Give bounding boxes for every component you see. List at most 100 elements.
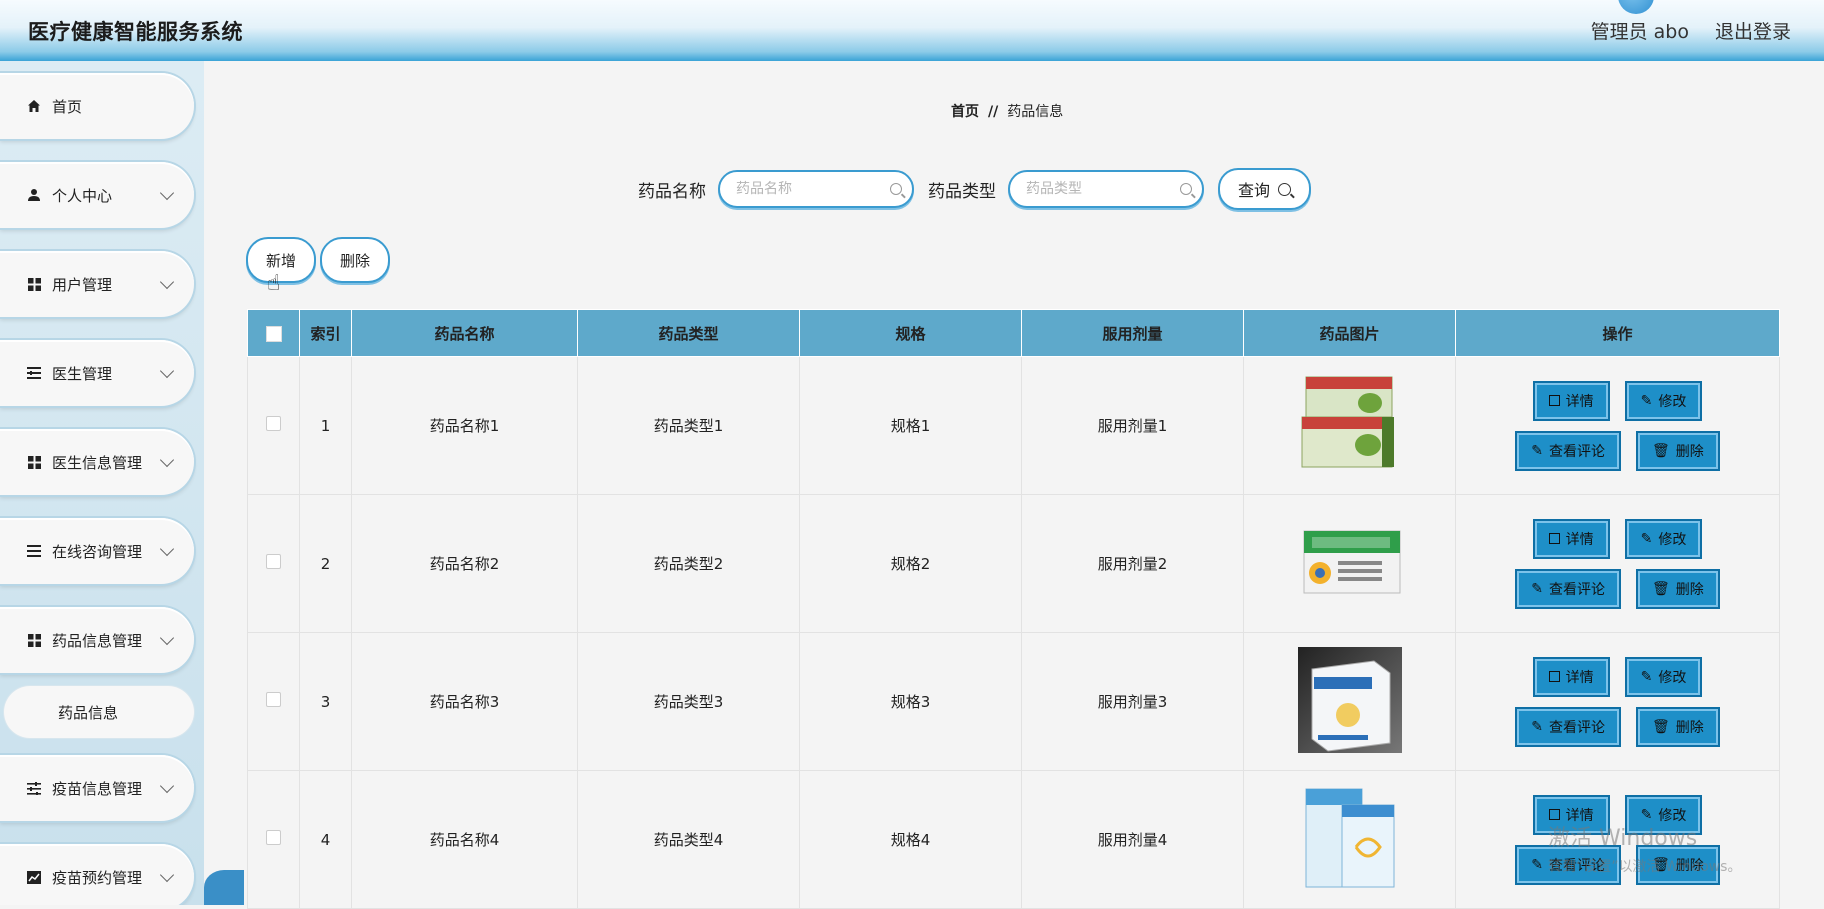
sidebar-item-label: 疫苗预约管理 <box>52 868 143 887</box>
bulk-delete-button[interactable]: 删除 <box>320 237 391 283</box>
search-icon <box>1278 182 1292 196</box>
cell-spec: 规格2 <box>799 494 1022 633</box>
header-user-area: 管理员 abo 退出登录 <box>1591 17 1791 44</box>
hand-cursor-icon: ☝ <box>267 271 281 296</box>
cell-type: 药品类型3 <box>577 632 800 771</box>
cell-name: 药品名称3 <box>351 632 578 771</box>
detail-button[interactable]: 详情 <box>1532 518 1610 559</box>
cell-type: 药品类型1 <box>577 356 800 495</box>
sidebar-subitem-label: 药品信息 <box>58 703 119 722</box>
select-all-header <box>247 309 300 357</box>
row-checkbox[interactable] <box>266 416 281 431</box>
column-header: 索引 <box>299 309 352 357</box>
search-icon <box>890 183 902 195</box>
trash-icon: 🗑 <box>1651 580 1670 597</box>
cell-index: 1 <box>299 356 352 495</box>
pencil-icon: ✎ <box>1640 530 1653 547</box>
home-icon <box>26 98 42 114</box>
sidebar-item-label: 疫苗信息管理 <box>52 779 143 798</box>
pencil-icon: ✎ <box>1531 718 1543 735</box>
medicine-image[interactable] <box>1298 509 1402 615</box>
sidebar-item-label: 医生信息管理 <box>52 453 143 472</box>
column-header: 操作 <box>1455 309 1780 357</box>
sidebar-item-user-management[interactable]: 用户管理 <box>0 251 194 317</box>
sidebar-item-vaccine-info-management[interactable]: 疫苗信息管理 <box>0 755 194 821</box>
cell-spec: 规格4 <box>799 770 1022 909</box>
pencil-icon: ✎ <box>1640 392 1653 409</box>
table-row: 1 药品名称1 药品类型1 规格1 服用剂量1 详情 ✎ 修改 ✎ 查看评论 🗑… <box>247 356 1780 495</box>
add-button[interactable]: 新增 <box>246 237 317 283</box>
watermark-line2: 转到“设置”以激活 Windows。 <box>1548 859 1742 875</box>
medicine-image[interactable] <box>1297 646 1402 753</box>
query-button[interactable]: 查询 <box>1218 168 1312 210</box>
medicine-image[interactable] <box>1298 371 1402 477</box>
cell-index: 3 <box>299 632 352 771</box>
cell-type: 药品类型4 <box>577 770 800 909</box>
grid-icon <box>26 276 42 292</box>
pencil-icon: ✎ <box>1531 856 1543 873</box>
cell-type: 药品类型2 <box>577 494 800 633</box>
cell-dose: 服用剂量2 <box>1021 494 1244 633</box>
decorative-wave <box>204 870 244 905</box>
sidebar-item-personal-center[interactable]: 个人中心 <box>0 162 194 228</box>
cell-name: 药品名称4 <box>351 770 578 909</box>
view-reviews-button[interactable]: ✎ 查看评论 <box>1515 430 1621 471</box>
medicine-type-search-box <box>1008 170 1204 208</box>
chevron-down-icon <box>159 185 175 200</box>
avatar[interactable] <box>1618 0 1654 14</box>
delete-button[interactable]: 🗑 删除 <box>1635 430 1720 471</box>
admin-user-label[interactable]: 管理员 abo <box>1591 17 1689 44</box>
breadcrumb: 首页 // 药品信息 <box>951 101 1063 121</box>
edit-button[interactable]: ✎ 修改 <box>1624 656 1703 697</box>
document-icon <box>1548 533 1560 544</box>
edit-button[interactable]: ✎ 修改 <box>1624 380 1703 421</box>
sidebar-item-doctor-info-management[interactable]: 医生信息管理 <box>0 429 194 495</box>
trash-icon: 🗑 <box>1651 718 1670 735</box>
logout-button[interactable]: 退出登录 <box>1715 17 1791 44</box>
windows-activation-watermark: 激活 Windows 转到“设置”以激活 Windows。 <box>1548 820 1741 876</box>
row-checkbox[interactable] <box>266 830 281 845</box>
column-header: 服用剂量 <box>1021 309 1244 357</box>
app-title: 医疗健康智能服务系统 <box>28 20 243 44</box>
pencil-icon: ✎ <box>1531 442 1543 459</box>
detail-button[interactable]: 详情 <box>1532 380 1610 421</box>
document-icon <box>1548 671 1560 682</box>
medicine-table: 索引 药品名称 药品类型 规格 服用剂量 药品图片 操作 1 药品名称1 药品类… <box>247 309 1780 909</box>
column-header: 药品类型 <box>577 309 800 357</box>
edit-button[interactable]: ✎ 修改 <box>1624 518 1703 559</box>
column-header: 药品图片 <box>1243 309 1456 357</box>
chart-icon <box>26 869 42 885</box>
sidebar-item-online-consult-management[interactable]: 在线咨询管理 <box>0 518 194 584</box>
chevron-down-icon <box>159 363 175 378</box>
select-all-checkbox[interactable] <box>265 325 282 342</box>
delete-button[interactable]: 🗑 删除 <box>1635 568 1720 609</box>
row-checkbox[interactable] <box>266 692 281 707</box>
detail-button[interactable]: 详情 <box>1532 656 1610 697</box>
medicine-image[interactable] <box>1298 785 1402 891</box>
chevron-down-icon <box>159 541 175 556</box>
sidebar-item-doctor-management[interactable]: 医生管理 <box>0 340 194 406</box>
grid-icon <box>26 454 42 470</box>
main-content: 首页 // 药品信息 药品名称 药品类型 查询 新增 删除 索引 <box>204 61 1824 909</box>
top-header: 医疗健康智能服务系统 管理员 abo 退出登录 <box>0 0 1824 61</box>
sidebar-item-vaccine-booking-management[interactable]: 疫苗预约管理 <box>0 844 194 905</box>
row-checkbox[interactable] <box>266 554 281 569</box>
sidebar-item-home[interactable]: 首页 <box>0 73 194 139</box>
medicine-name-input[interactable] <box>734 180 890 198</box>
cell-index: 2 <box>299 494 352 633</box>
sidebar-item-label: 药品信息管理 <box>52 631 143 650</box>
sidebar-item-medicine-info-management[interactable]: 药品信息管理 <box>0 607 194 673</box>
sidebar-item-label: 医生管理 <box>52 364 113 383</box>
sidebar-item-label: 个人中心 <box>52 186 113 205</box>
breadcrumb-home[interactable]: 首页 <box>951 104 979 120</box>
chevron-down-icon <box>159 452 175 467</box>
view-reviews-button[interactable]: ✎ 查看评论 <box>1515 706 1621 747</box>
medicine-type-input[interactable] <box>1024 180 1180 198</box>
table-row: 2 药品名称2 药品类型2 规格2 服用剂量2 详情 ✎ 修改 ✎ 查看评论 🗑… <box>247 494 1780 633</box>
view-reviews-button[interactable]: ✎ 查看评论 <box>1515 568 1621 609</box>
chevron-down-icon <box>159 778 175 793</box>
delete-button[interactable]: 🗑 删除 <box>1635 706 1720 747</box>
table-header-row: 索引 药品名称 药品类型 规格 服用剂量 药品图片 操作 <box>247 309 1780 357</box>
search-icon <box>1180 183 1192 195</box>
sidebar-subitem-medicine-info[interactable]: 药品信息 <box>4 686 194 738</box>
